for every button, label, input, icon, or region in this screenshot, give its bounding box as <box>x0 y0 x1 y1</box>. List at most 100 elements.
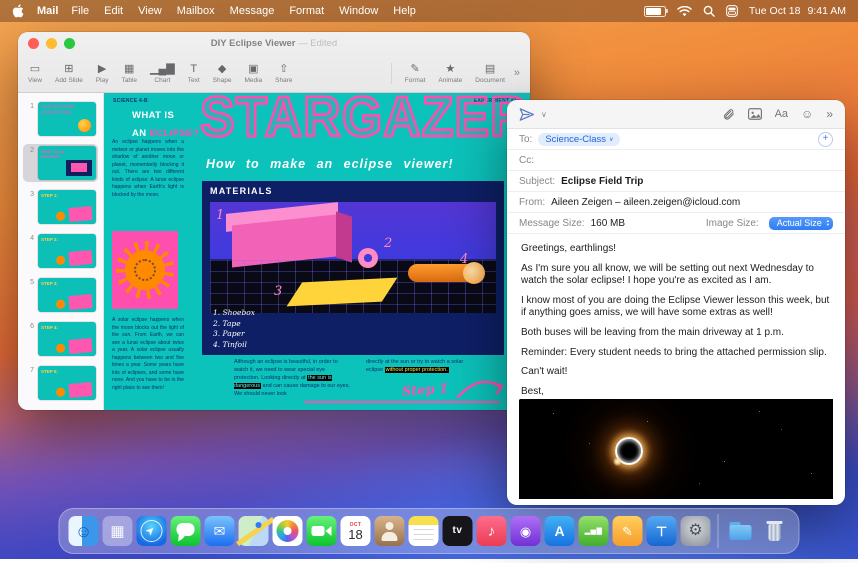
toolbar-button-icon: ▁▄▇ <box>150 62 175 75</box>
slide-canvas[interactable]: SCIENCE 4-B EXPERIMENT #11 WHAT IS AN EC… <box>104 93 530 410</box>
toolbar-button-icon: ▶ <box>97 62 107 75</box>
photo-icon[interactable] <box>747 108 762 120</box>
slide-number: 4 <box>30 235 34 242</box>
menu-items: File Edit View Mailbox Message Format Wi… <box>71 5 416 17</box>
cc-field-row[interactable]: Cc: <box>507 150 845 171</box>
toolbar-more-icon[interactable]: » <box>826 107 833 121</box>
search-icon[interactable] <box>703 5 715 17</box>
toolbar-button-Text[interactable]: T Text <box>188 63 200 84</box>
email-body[interactable]: Greetings, earthlings! As I'm sure you al… <box>507 234 845 397</box>
size-field-row: Message Size: 160 MB Image Size: Actual … <box>507 213 845 234</box>
dock-icon-maps[interactable] <box>238 516 269 546</box>
menu-app-name[interactable]: Mail <box>37 5 58 17</box>
menu-item[interactable]: Help <box>393 5 416 17</box>
dock-icon-mail[interactable]: ✉ <box>204 516 235 546</box>
eclipse-photo-attachment[interactable] <box>519 399 833 499</box>
paper-sheet-art <box>286 277 398 307</box>
wifi-icon[interactable] <box>677 5 692 17</box>
dock-icon-photos[interactable] <box>272 516 303 546</box>
document-body: 1 OUR ECLIPSE ADVENTURE 2 WHAT IS AN ECL… <box>18 93 530 410</box>
menu-item[interactable]: Message <box>230 5 275 17</box>
dock-icon-notes[interactable] <box>408 516 439 546</box>
slide-thumbnail-row[interactable]: 4 STEP 2: <box>23 232 98 270</box>
toolbar-button-Media[interactable]: ▣ Media <box>244 63 262 84</box>
dock-icon-separator[interactable] <box>717 514 719 548</box>
document-toolbar: ▭ View ⊞ Add Slide ▶ Play ▦ Table ▁▄▇ Ch… <box>18 54 530 92</box>
attachment-icon[interactable] <box>722 107 735 121</box>
toolbar-button-Document[interactable]: ▤ Document <box>475 63 505 84</box>
recipient-token[interactable]: Science-Class ∨ <box>538 132 621 146</box>
toolbar-button-Animate[interactable]: ★ Animate <box>438 63 462 84</box>
apple-menu[interactable] <box>12 4 24 18</box>
dock-icon-folder[interactable] <box>726 516 756 546</box>
dock-icon-system-settings[interactable]: ⚙ <box>680 516 711 546</box>
control-center-icon[interactable] <box>726 5 738 17</box>
toolbar-button-Add Slide[interactable]: ⊞ Add Slide <box>55 63 83 84</box>
emoji-icon[interactable]: ☺ <box>801 107 813 121</box>
battery-icon[interactable] <box>643 5 669 17</box>
format-icon[interactable]: Aa <box>775 108 788 120</box>
slide-thumbnail[interactable]: STEP 4: <box>38 322 96 356</box>
slide-thumbnail[interactable]: STEP 3: <box>38 278 96 312</box>
dock-icon-contacts[interactable] <box>374 516 405 546</box>
menu-item[interactable]: Edit <box>104 5 123 17</box>
menu-item[interactable]: Mailbox <box>177 5 215 17</box>
send-icon[interactable] <box>519 107 534 122</box>
slide-thumbnail[interactable]: WHAT IS AN ECLIPSE? <box>38 146 96 180</box>
toolbar-button-Table[interactable]: ▦ Table <box>121 63 137 84</box>
sun-illustration-card <box>112 231 178 309</box>
dock-icon-messages[interactable] <box>170 516 201 546</box>
slide-thumbnail-row[interactable]: 7 STEP 5: <box>23 364 98 402</box>
subject-field-row[interactable]: Subject: Eclipse Field Trip <box>507 171 845 192</box>
toolbar-button-Format[interactable]: ✎ Format <box>405 63 426 84</box>
dock-icon-glyph: ▦ <box>110 522 125 540</box>
dock-icon-finder[interactable]: ☺ <box>68 516 99 546</box>
toolbar-button-Shape[interactable]: ◆ Shape <box>213 63 232 84</box>
title-bar[interactable]: DIY Eclipse Viewer — Edited <box>18 32 530 54</box>
menu-item[interactable]: File <box>71 5 89 17</box>
slide-thumbnail-label: WHAT IS AN ECLIPSE? <box>41 149 65 160</box>
from-field-row[interactable]: From: Aileen Zeigen – aileen.zeigen@iclo… <box>507 192 845 213</box>
toolbar-button-Chart[interactable]: ▁▄▇ Chart <box>150 63 175 84</box>
dock-icon-pages[interactable]: ✎ <box>612 516 643 546</box>
slide-thumbnail-row[interactable]: 2 WHAT IS AN ECLIPSE? <box>23 144 98 182</box>
toolbar-button-label: Chart <box>154 76 171 84</box>
slide-thumbnail[interactable]: STEP 2: <box>38 234 96 268</box>
dock-icon-music[interactable]: ♪ <box>476 516 507 546</box>
image-size-popup[interactable]: Actual Size ▴ ▾ <box>768 216 833 230</box>
dock-icon-keynote[interactable]: ⊤ <box>646 516 677 546</box>
to-field-row[interactable]: To: Science-Class ∨ + <box>507 129 845 150</box>
dock-icon-launchpad[interactable]: ▦ <box>102 516 133 546</box>
slide-thumbnail[interactable]: OUR ECLIPSE ADVENTURE <box>38 102 96 136</box>
dock-icon-calendar[interactable]: OCT 18 <box>340 516 371 546</box>
dock-icon-tv[interactable]: tv <box>442 516 473 546</box>
menu-clock[interactable]: Tue Oct 18 9:41 AM <box>749 5 846 17</box>
toolbar-button-View[interactable]: ▭ View <box>28 63 42 84</box>
toolbar-button-label: Document <box>475 76 505 84</box>
dock-icon-app-store[interactable]: A <box>544 516 575 546</box>
slide-thumbnail-row[interactable]: 1 OUR ECLIPSE ADVENTURE <box>23 100 98 138</box>
document-title: DIY Eclipse Viewer <box>210 37 296 49</box>
toolbar-button-Share[interactable]: ⇧ Share <box>275 63 292 84</box>
materials-list-item: 1. Shoebox <box>213 308 256 317</box>
toolbar-overflow-button[interactable]: » <box>514 67 520 79</box>
dock-icon-numbers[interactable]: ▂▅▇ <box>578 516 609 546</box>
add-recipient-button[interactable]: + <box>818 131 833 147</box>
dock-icon-podcasts[interactable]: ◉ <box>510 516 541 546</box>
dock-icon-safari[interactable]: ➤ <box>136 516 167 546</box>
menu-item[interactable]: Format <box>289 5 324 17</box>
menu-item[interactable]: Window <box>339 5 378 17</box>
slide-thumbnail-row[interactable]: 3 STEP 1: <box>23 188 98 226</box>
email-body-paragraph: Can't wait! <box>521 366 568 378</box>
dock-icon-trash[interactable] <box>760 516 790 546</box>
menu-item[interactable]: View <box>138 5 162 17</box>
slide-thumbnail-row[interactable]: 6 STEP 4: <box>23 320 98 358</box>
send-options-chevron-icon[interactable]: ∨ <box>541 110 547 119</box>
slide-thumbnail-row[interactable]: 5 STEP 3: <box>23 276 98 314</box>
cc-label: Cc: <box>519 154 534 166</box>
slide-thumbnail[interactable]: STEP 5: <box>38 366 96 400</box>
toolbar-button-label: Animate <box>438 76 463 84</box>
slide-thumbnail[interactable]: STEP 1: <box>38 190 96 224</box>
toolbar-button-Play[interactable]: ▶ Play <box>96 63 109 84</box>
dock-icon-facetime[interactable] <box>306 516 337 546</box>
